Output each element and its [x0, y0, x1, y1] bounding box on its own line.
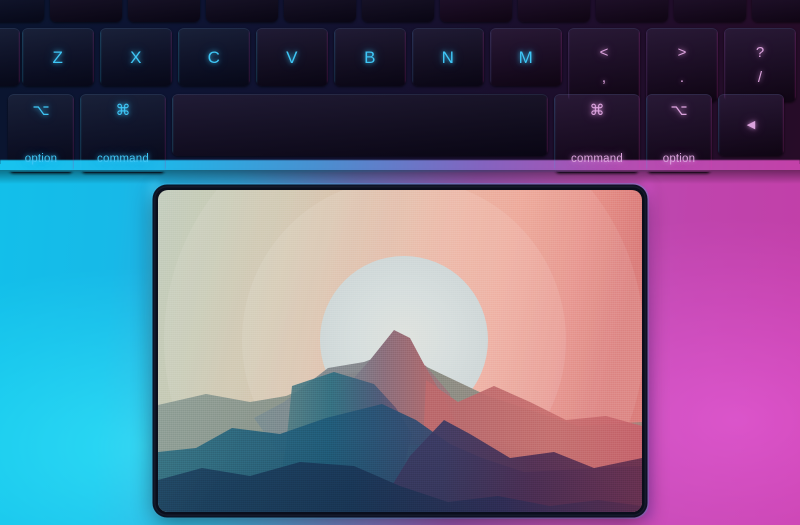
key-shift-partial[interactable]	[0, 28, 20, 86]
key-c[interactable]: C	[178, 28, 250, 86]
key-partial[interactable]	[50, 0, 122, 22]
key-label-bottom: .	[679, 68, 685, 86]
option-key-icon: ⌥	[32, 102, 50, 119]
key-period[interactable]: > .	[646, 28, 718, 102]
key-partial[interactable]	[518, 0, 590, 22]
key-label: V	[286, 47, 298, 67]
key-partial[interactable]	[674, 0, 746, 22]
mountain-sunset-illustration	[158, 190, 642, 512]
artwork-svg	[158, 190, 642, 512]
keyboard: Z X C V B N M < , > . ? / ⌥ option ⌘ com…	[0, 0, 800, 184]
arrow-left-key-icon: ◀	[746, 118, 756, 131]
command-key-icon: ⌘	[589, 102, 605, 119]
key-label: command	[571, 152, 623, 165]
key-n[interactable]: N	[412, 28, 484, 86]
command-key-icon: ⌘	[115, 102, 131, 119]
key-label: B	[364, 47, 376, 67]
key-label: option	[662, 152, 696, 165]
key-arrow-left[interactable]: ◀	[718, 94, 784, 156]
key-v[interactable]: V	[256, 28, 328, 86]
trackpad-screen	[158, 190, 642, 512]
key-label-top: ?	[755, 44, 765, 62]
key-spacebar[interactable]	[172, 94, 548, 156]
key-label: option	[24, 152, 58, 165]
key-partial[interactable]	[284, 0, 356, 22]
key-label: C	[207, 47, 221, 67]
key-label-top: <	[599, 44, 609, 62]
key-label-top: >	[677, 44, 687, 62]
key-label: N	[441, 47, 455, 67]
key-label-bottom: /	[757, 68, 763, 86]
key-label: X	[130, 47, 142, 67]
key-label: M	[518, 47, 534, 67]
key-z[interactable]: Z	[22, 28, 94, 86]
key-partial[interactable]	[362, 0, 434, 22]
option-key-icon: ⌥	[670, 102, 688, 119]
key-partial[interactable]	[128, 0, 200, 22]
key-partial[interactable]	[0, 0, 44, 22]
key-m[interactable]: M	[490, 28, 562, 86]
key-label: Z	[52, 47, 64, 67]
key-x[interactable]: X	[100, 28, 172, 86]
key-label: command	[97, 152, 149, 165]
screenshot-root: Z X C V B N M < , > . ? / ⌥ option ⌘ com…	[0, 0, 800, 525]
key-label-bottom: ,	[601, 68, 607, 86]
key-partial[interactable]	[440, 0, 512, 22]
trackpad[interactable]	[154, 186, 646, 516]
key-partial[interactable]	[596, 0, 668, 22]
key-slash[interactable]: ? /	[724, 28, 796, 102]
key-b[interactable]: B	[334, 28, 406, 86]
key-partial[interactable]	[752, 0, 800, 22]
key-comma[interactable]: < ,	[568, 28, 640, 102]
keyboard-edge-shadow	[0, 170, 800, 184]
key-partial[interactable]	[206, 0, 278, 22]
